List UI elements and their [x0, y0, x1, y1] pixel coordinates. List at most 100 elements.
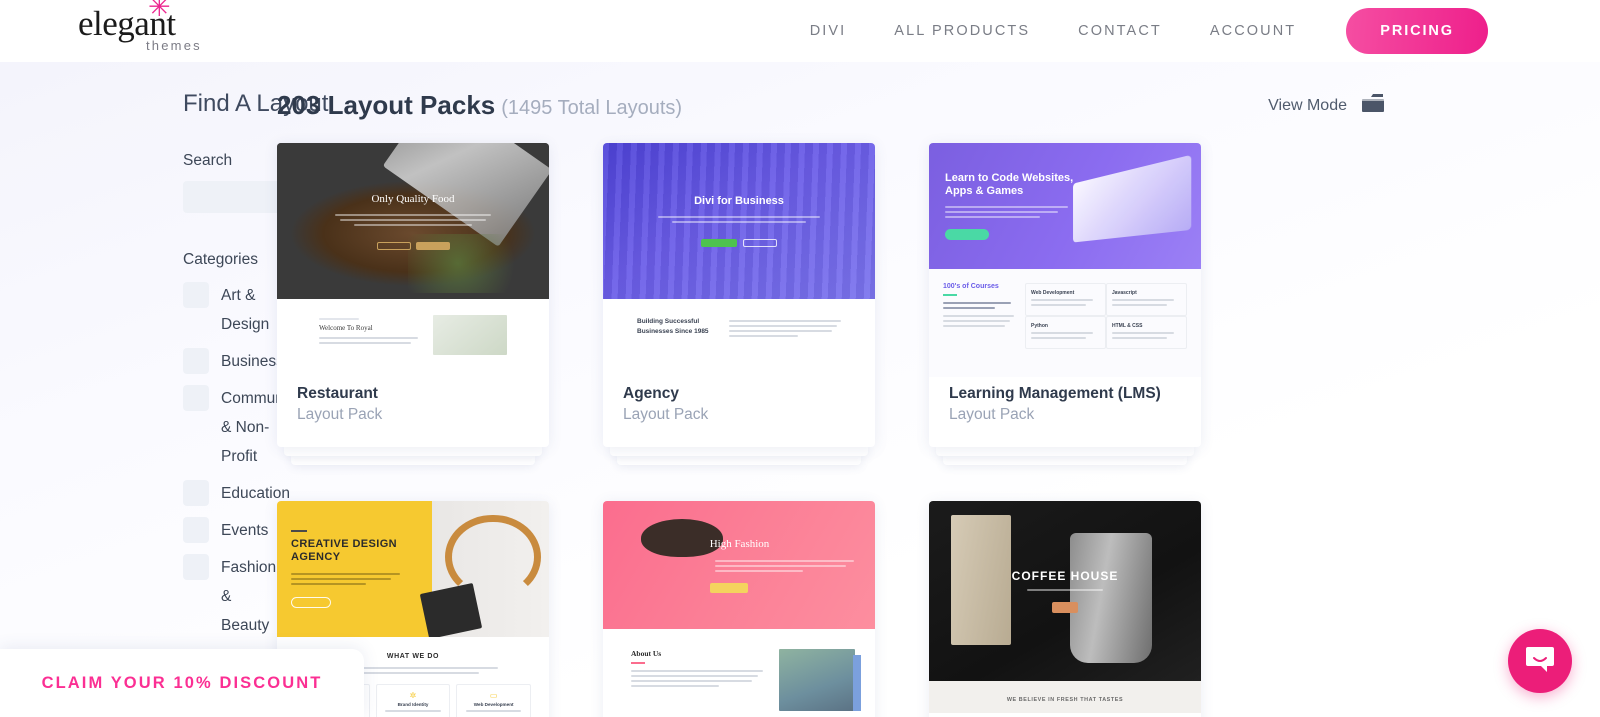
card-hero-image: Learn to Code Websites, Apps & Games	[929, 143, 1201, 269]
nav-all-products[interactable]: ALL PRODUCTS	[870, 23, 1054, 39]
layout-pack-card[interactable]: COFFEE HOUSE WE BELIEVE IN FRESH THAT TA…	[929, 501, 1201, 717]
hero-title: High Fashion	[709, 537, 770, 550]
layout-pack-card-wrap: Learn to Code Websites, Apps & Games 100…	[929, 143, 1201, 465]
hero-title: Learn to Code Websites, Apps & Games	[945, 172, 1074, 197]
chat-launcher-button[interactable]	[1508, 629, 1572, 693]
view-mode-label: View Mode	[1268, 96, 1347, 114]
feature-label: Javascript	[1112, 290, 1137, 296]
checkbox-icon[interactable]	[183, 348, 209, 374]
site-header: elegant ✳ themes DIVI ALL PRODUCTS CONTA…	[0, 0, 1600, 62]
hero-sub-title: WE BELIEVE IN FRESH THAT TASTES	[1006, 697, 1124, 703]
folder-view-icon[interactable]	[1361, 93, 1385, 118]
layout-pack-card-wrap: High Fashion About Us	[603, 501, 875, 717]
page-title: 203 Layout Packs (1495 Total Layouts)	[277, 90, 682, 121]
card-stack-layer	[943, 456, 1187, 465]
card-thumbnail: Learn to Code Websites, Apps & Games 100…	[929, 143, 1201, 377]
nav-divi[interactable]: DIVI	[786, 23, 871, 39]
packs-count: (1495 Total Layouts)	[501, 97, 683, 119]
logo-wordmark: elegant	[78, 4, 176, 43]
hero-subtext	[655, 213, 824, 226]
search-label: Search	[183, 152, 233, 169]
category-label: Business	[221, 353, 284, 370]
category-item-education[interactable]: Education	[183, 479, 290, 508]
discount-promo-banner[interactable]: CLAIM YOUR 10% DISCOUNT	[0, 649, 364, 717]
card-hero-image: CREATIVE DESIGN AGENCY	[277, 501, 549, 637]
card-stack-layer	[291, 456, 535, 465]
checkbox-icon[interactable]	[183, 554, 209, 580]
card-thumbnail: Only Quality Food Welcome To Royal	[277, 143, 549, 377]
card-subtitle: Layout Pack	[949, 406, 1035, 423]
hero-title: Divi for Business	[694, 195, 784, 207]
site-logo[interactable]: elegant ✳ themes	[78, 0, 278, 58]
card-stack-layer	[284, 447, 542, 456]
chat-bubble-icon	[1525, 645, 1555, 678]
card-below-fold: About Us	[603, 629, 875, 717]
card-thumbnail: High Fashion About Us	[603, 501, 875, 717]
card-subtitle: Layout Pack	[297, 406, 383, 423]
layout-pack-card[interactable]: Learn to Code Websites, Apps & Games 100…	[929, 143, 1201, 447]
hero-sub-title: Building Successful Businesses Since 198…	[637, 318, 709, 335]
view-mode-toggle[interactable]: View Mode	[1268, 93, 1385, 118]
layout-packs-main: 203 Layout Packs (1495 Total Layouts) Vie…	[276, 76, 1600, 717]
category-item-events[interactable]: Events	[183, 516, 276, 545]
card-label: Learning Management (LMS) Layout Pack	[929, 377, 1201, 447]
hero-sub-title: Welcome To Royal	[319, 324, 373, 332]
card-label: Agency Layout Pack	[603, 377, 875, 447]
asterisk-icon: ✳	[148, 0, 171, 23]
card-thumbnail: COFFEE HOUSE WE BELIEVE IN FRESH THAT TA…	[929, 501, 1201, 717]
checkbox-icon[interactable]	[183, 480, 209, 506]
page-content: Find A Layout Search Categories Art & De…	[0, 62, 1600, 717]
card-subtitle: Layout Pack	[623, 406, 709, 423]
main-header: 203 Layout Packs (1495 Total Layouts) Vie…	[277, 90, 1417, 121]
filter-sidebar: Find A Layout Search Categories Art & De…	[0, 76, 394, 717]
nav-account[interactable]: ACCOUNT	[1186, 23, 1320, 39]
card-below-fold: Building Successful Businesses Since 198…	[603, 299, 875, 377]
nav-contact[interactable]: CONTACT	[1054, 23, 1186, 39]
checkbox-icon[interactable]	[183, 385, 209, 411]
category-item-art-design[interactable]: Art & Design	[183, 281, 276, 339]
card-hero-image: COFFEE HOUSE	[929, 501, 1201, 681]
card-label: Restaurant Layout Pack	[277, 377, 549, 447]
layout-pack-card[interactable]: Only Quality Food Welcome To Royal Resta…	[277, 143, 549, 447]
layout-pack-card[interactable]: High Fashion About Us	[603, 501, 875, 717]
layout-pack-card[interactable]: Divi for Business Building Successful Bu…	[603, 143, 875, 447]
category-label: Art & Design	[221, 287, 270, 333]
card-stack-layer	[617, 456, 861, 465]
feature-label: Web Development	[1031, 290, 1075, 296]
card-hero-image: Divi for Business	[603, 143, 875, 299]
card-hero-image: Only Quality Food	[277, 143, 549, 299]
hero-subtext	[329, 211, 498, 229]
main-navigation: DIVI ALL PRODUCTS CONTACT ACCOUNT PRICIN…	[786, 0, 1488, 62]
card-hero-image: High Fashion	[603, 501, 875, 629]
sidebar-title: Find A Layout	[183, 90, 329, 117]
card-below-fold: WE BELIEVE IN FRESH THAT TASTES	[929, 681, 1201, 713]
category-item-business[interactable]: Business	[183, 347, 284, 376]
layout-pack-card-wrap: Divi for Business Building Successful Bu…	[603, 143, 875, 465]
feature-label: Web Development	[473, 702, 514, 707]
card-stack-layer	[936, 447, 1194, 456]
packs-title: 203 Layout Packs	[277, 90, 496, 120]
promo-text: CLAIM YOUR 10% DISCOUNT	[41, 673, 323, 692]
feature-label: HTML & CSS	[1112, 323, 1143, 329]
feature-label: Brand Identity	[397, 702, 429, 707]
card-below-fold: Welcome To Royal	[277, 299, 549, 377]
hero-sub-title: About Us	[631, 649, 662, 658]
card-thumbnail: Divi for Business Building Successful Bu…	[603, 143, 875, 377]
hero-title: CREATIVE DESIGN AGENCY	[291, 538, 398, 563]
card-stack-layer	[610, 447, 868, 456]
card-below-fold: 100's of Courses Web Development Javascr…	[929, 269, 1201, 377]
category-label: Events	[221, 522, 269, 539]
category-item-fashion-beauty[interactable]: Fashion & Beauty	[183, 553, 276, 640]
feature-label: Python	[1031, 323, 1048, 329]
categories-label: Categories	[183, 251, 258, 268]
layout-pack-grid: Only Quality Food Welcome To Royal Resta…	[277, 143, 1417, 717]
pricing-button[interactable]: PRICING	[1346, 8, 1488, 54]
category-item-community-non-profit[interactable]: Community & Non-Profit	[183, 384, 299, 471]
card-title: Learning Management (LMS)	[949, 385, 1161, 402]
checkbox-icon[interactable]	[183, 517, 209, 543]
checkbox-icon[interactable]	[183, 282, 209, 308]
hero-title: Only Quality Food	[371, 192, 455, 205]
hero-sub-title: 100's of Courses	[943, 283, 999, 290]
page-root: elegant ✳ themes DIVI ALL PRODUCTS CONTA…	[0, 0, 1600, 717]
card-title: Restaurant	[297, 385, 378, 402]
